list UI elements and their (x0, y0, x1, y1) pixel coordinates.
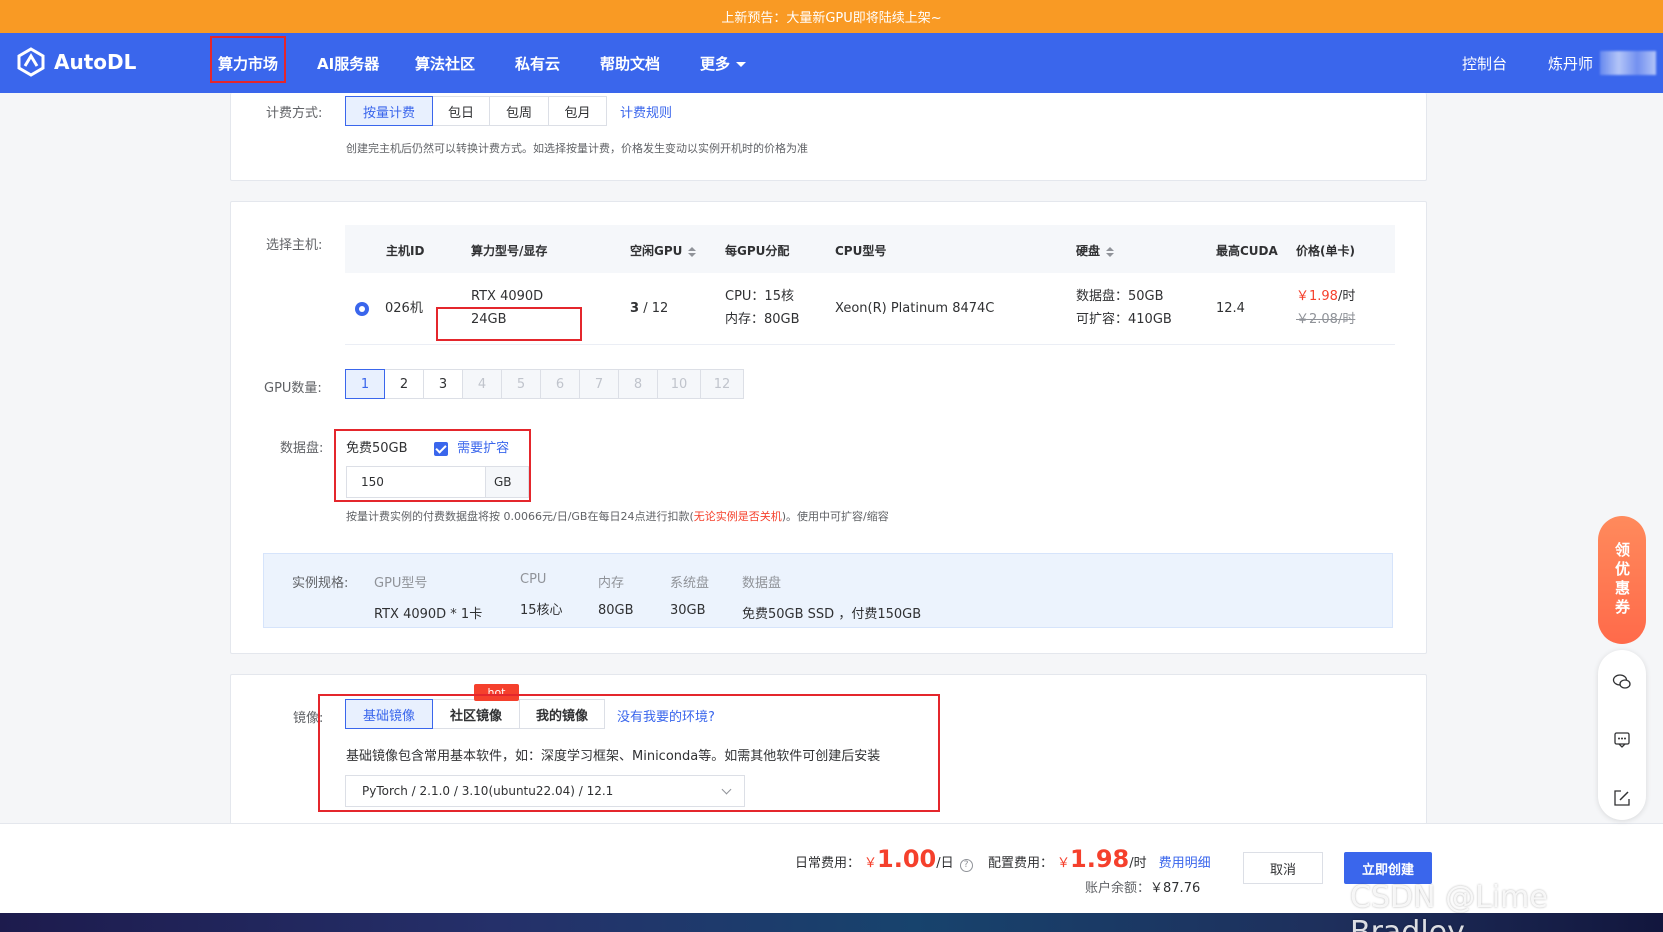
col-host-id: 主机ID (386, 244, 425, 258)
gpu-count-option: 8 (618, 369, 658, 399)
col-disk[interactable]: 硬盘 (1076, 242, 1115, 259)
edit-feedback-icon[interactable] (1612, 788, 1632, 808)
sort-icon[interactable] (688, 246, 697, 257)
nav-help-docs[interactable]: 帮助文档 (600, 33, 660, 93)
tab-base-image[interactable]: 基础镜像 (345, 699, 433, 729)
config-cost: 配置费用： ￥ 1.98 /时 费用明细 (988, 845, 1211, 873)
spec-cpu: CPU 15核心 (520, 572, 563, 618)
cost-detail-link[interactable]: 费用明细 (1159, 852, 1211, 871)
max-cuda: 12.4 (1216, 301, 1245, 316)
col-price: 价格(单卡) (1296, 244, 1355, 258)
spec-label: 实例规格: (292, 576, 349, 591)
host-label: 选择主机: (266, 238, 323, 253)
nav-compute-market[interactable]: 算力市场 (209, 33, 287, 93)
announcement-text: 上新预告：大量新GPU即将陆续上架~ (721, 11, 942, 26)
coupon-text: 领优惠券 (1613, 542, 1631, 618)
cancel-button[interactable]: 取消 (1243, 852, 1323, 884)
disk-expand: 可扩容：410GB (1076, 312, 1172, 327)
nav-more[interactable]: 更多 (700, 33, 747, 93)
gpu-count-option[interactable]: 3 (423, 369, 463, 399)
avatar[interactable] (1600, 51, 1656, 75)
data-disk-hint: 按量计费实例的付费数据盘将按 0.0066元/日/GB在每日24点进行扣款(无论… (346, 510, 889, 523)
gpu-count-option: 7 (579, 369, 619, 399)
gpu-count-option[interactable]: 2 (384, 369, 424, 399)
gpu-count-label: GPU数量: (264, 381, 322, 396)
mem-alloc: 内存：80GB (725, 312, 800, 327)
billing-options: 按量计费 包日 包周 包月 (345, 96, 607, 126)
top-navbar: AutoDL 算力市场 AI服务器 算法社区 私有云 帮助文档 更多 控制台 炼… (0, 33, 1663, 93)
watermark: CSDN @Lime Bradley (1350, 880, 1548, 932)
spec-system-disk: 系统盘 30GB (670, 576, 710, 618)
cpu-model: Xeon(R) Platinum 8474C (835, 301, 995, 316)
price-original: ￥2.08/时 (1296, 312, 1356, 327)
billing-rules-link[interactable]: 计费规则 (620, 102, 672, 121)
gpu-count-option: 4 (462, 369, 502, 399)
coupon-button[interactable]: 领优惠券 (1598, 516, 1646, 644)
sort-icon[interactable] (1106, 246, 1115, 257)
spec-memory: 内存 80GB (598, 576, 634, 618)
announcement-banner[interactable]: 上新预告：大量新GPU即将陆续上架~ (0, 0, 1663, 33)
autodl-logo-icon (17, 47, 45, 77)
instance-spec-box: 实例规格: GPU型号 RTX 4090D * 1卡 CPU 15核心 内存 80GB… (263, 553, 1393, 628)
wechat-icon[interactable] (1612, 672, 1632, 692)
brand-logo[interactable]: AutoDL (16, 47, 136, 77)
col-gpu-model: 算力型号/显存 (471, 244, 548, 258)
spec-data-disk: 数据盘 免费50GB SSD ，付费150GB (742, 576, 922, 622)
billing-option-pay-as-you-go[interactable]: 按量计费 (345, 96, 433, 126)
host-table-header: 主机ID 算力型号/显存 空闲GPU 每GPU分配 CPU型号 硬盘 最高CUD… (345, 225, 1395, 273)
nav-algorithm-community[interactable]: 算法社区 (415, 33, 475, 93)
highlight-box (334, 429, 531, 502)
price-current: ￥1.98/时 (1296, 289, 1356, 304)
account-balance: 账户余额：￥87.76 (1085, 881, 1201, 896)
gpu-count-options: 1 2 3 4 5 6 7 8 10 12 (345, 369, 744, 399)
billing-option-monthly[interactable]: 包月 (548, 96, 607, 126)
billing-option-weekly[interactable]: 包周 (489, 96, 549, 126)
host-radio[interactable] (355, 302, 369, 316)
help-circle-icon[interactable]: ? (959, 859, 973, 872)
nav-private-cloud[interactable]: 私有云 (515, 33, 560, 93)
nav-ai-server[interactable]: AI服务器 (317, 33, 379, 93)
brand-name: AutoDL (54, 50, 137, 74)
gpu-count-option: 5 (501, 369, 541, 399)
gpu-count-option: 6 (540, 369, 580, 399)
nav-user-menu[interactable]: 炼丹师 (1548, 33, 1593, 93)
data-disk-label: 数据盘: (280, 441, 324, 456)
side-toolbar (1598, 650, 1646, 820)
billing-option-daily[interactable]: 包日 (432, 96, 490, 126)
cpu-alloc: CPU：15核 (725, 289, 794, 304)
highlight-box (436, 307, 582, 341)
chevron-down-icon (736, 61, 747, 67)
nav-console[interactable]: 控制台 (1462, 33, 1507, 93)
message-icon[interactable] (1612, 730, 1632, 750)
disk-data: 数据盘：50GB (1076, 289, 1164, 304)
col-max-cuda: 最高CUDA (1216, 244, 1278, 258)
gpu-count-option: 10 (657, 369, 701, 399)
col-per-gpu: 每GPU分配 (725, 244, 790, 258)
gpu-count-option[interactable]: 1 (345, 369, 385, 399)
free-gpu: 3 / 12 (630, 301, 669, 316)
col-free-gpu[interactable]: 空闲GPU (630, 242, 697, 259)
billing-label: 计费方式: (266, 106, 323, 121)
daily-cost: 日常费用： ￥ 1.00 /日 ? (795, 845, 973, 873)
billing-hint: 创建完主机后仍然可以转换计费方式。如选择按量计费，价格发生变动以实例开机时的价格… (346, 142, 808, 155)
col-cpu-model: CPU型号 (835, 244, 887, 258)
spec-gpu: GPU型号 RTX 4090D * 1卡 (374, 576, 483, 622)
host-id[interactable]: 026机 (385, 297, 423, 320)
gpu-count-option: 12 (700, 369, 744, 399)
gpu-model: RTX 4090D (471, 289, 544, 304)
